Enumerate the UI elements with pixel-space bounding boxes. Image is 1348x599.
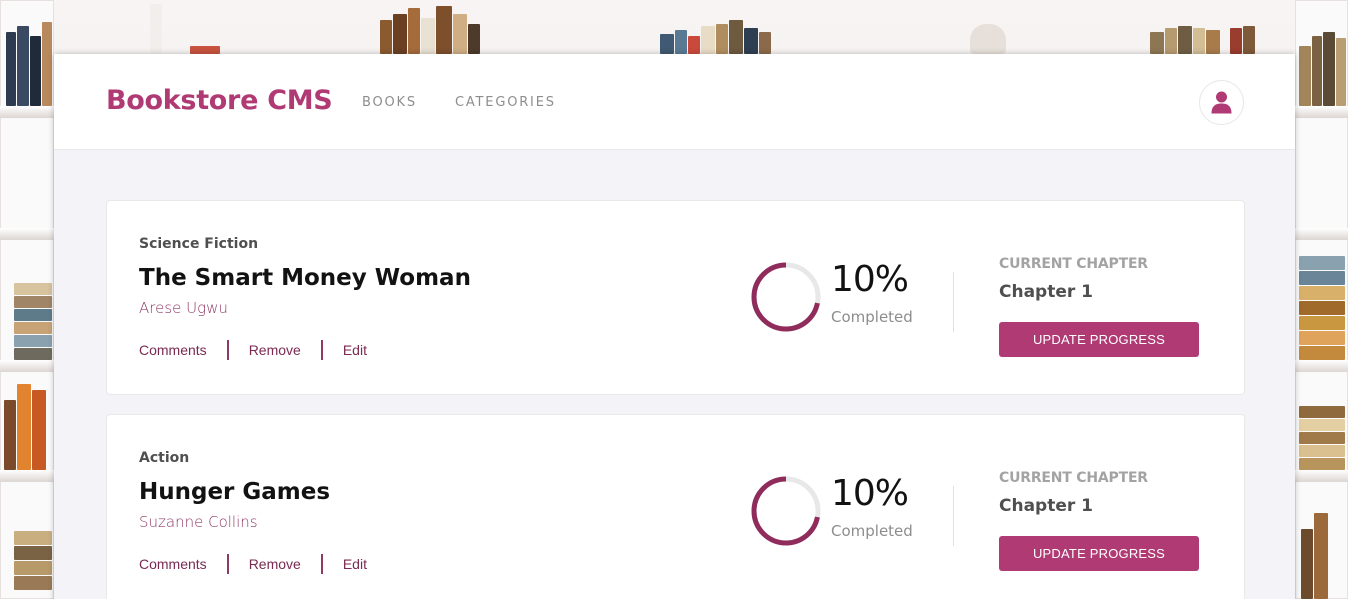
book-title: The Smart Money Woman [139, 265, 471, 291]
comments-button[interactable]: Comments [139, 342, 207, 358]
current-chapter-label: CURRENT CHAPTER [999, 256, 1148, 272]
edit-button[interactable]: Edit [343, 342, 367, 358]
header: Bookstore CMS BOOKS CATEGORIES [54, 54, 1295, 150]
book-author: Suzanne Collins [139, 513, 258, 531]
shelf-vase [960, 8, 1020, 54]
shelf-column-right [1295, 0, 1348, 599]
book-author: Arese Ugwu [139, 299, 228, 317]
update-progress-button[interactable]: UPDATE PROGRESS [999, 536, 1199, 571]
current-chapter-value: Chapter 1 [999, 496, 1094, 516]
progress-ring [751, 262, 821, 332]
progress-divider [953, 486, 954, 546]
app-window: Bookstore CMS BOOKS CATEGORIES Science F… [54, 54, 1295, 599]
update-progress-button[interactable]: UPDATE PROGRESS [999, 322, 1199, 357]
shelf-column-left [0, 0, 54, 599]
action-divider [226, 340, 229, 360]
current-chapter-value: Chapter 1 [999, 282, 1094, 302]
user-avatar-button[interactable] [1199, 80, 1244, 125]
progress-completed-label: Completed [831, 308, 913, 326]
action-divider [226, 554, 229, 574]
nav-books[interactable]: BOOKS [362, 95, 417, 110]
progress-percent: 10% [831, 473, 909, 514]
book-title: Hunger Games [139, 479, 331, 505]
comments-button[interactable]: Comments [139, 556, 207, 572]
action-divider [320, 340, 323, 360]
action-divider [320, 554, 323, 574]
book-card: Science Fiction The Smart Money Woman Ar… [106, 200, 1245, 395]
nav-categories[interactable]: CATEGORIES [455, 95, 556, 110]
book-genre: Action [139, 450, 190, 466]
progress-completed-label: Completed [831, 522, 913, 540]
progress-ring [751, 476, 821, 546]
user-icon [1211, 91, 1232, 114]
book-card: Action Hunger Games Suzanne Collins Comm… [106, 414, 1245, 599]
edit-button[interactable]: Edit [343, 556, 367, 572]
remove-button[interactable]: Remove [249, 342, 301, 358]
shelf-top-books-2 [660, 14, 820, 54]
brand-logo[interactable]: Bookstore CMS [106, 85, 333, 116]
progress-divider [953, 272, 954, 332]
current-chapter-label: CURRENT CHAPTER [999, 470, 1148, 486]
book-genre: Science Fiction [139, 236, 259, 252]
book-actions: Comments Remove Edit [139, 340, 367, 360]
book-actions: Comments Remove Edit [139, 554, 367, 574]
progress-percent: 10% [831, 259, 909, 300]
shelf-top-books [150, 4, 570, 54]
remove-button[interactable]: Remove [249, 556, 301, 572]
